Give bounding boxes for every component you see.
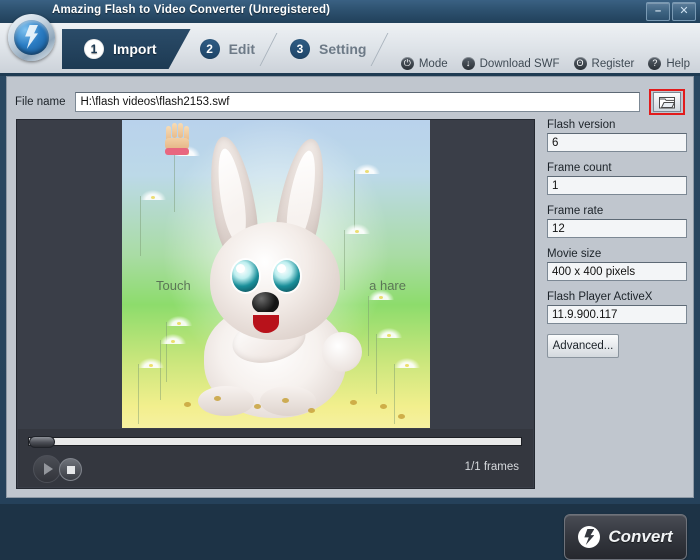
- ground-pebble: [380, 404, 387, 409]
- menu-mode-label: Mode: [418, 57, 448, 70]
- seek-slider[interactable]: [28, 436, 522, 448]
- window-title: Amazing Flash to Video Converter (Unregi…: [52, 4, 331, 16]
- frame-counter: 1/1 frames: [464, 461, 519, 473]
- window-controls: – ✕: [646, 2, 696, 21]
- ground-pebble: [184, 402, 191, 407]
- convert-button-label: Convert: [608, 527, 673, 546]
- browse-highlight-box: [649, 89, 685, 115]
- rabbit-foot-left: [198, 386, 254, 416]
- field-flash-version-label: Flash version: [547, 119, 616, 131]
- field-flash-player-activex-label: Flash Player ActiveX: [547, 291, 653, 303]
- ground-pebble: [254, 404, 261, 409]
- stage-text-touch: Touch: [156, 278, 191, 293]
- ground-pebble: [308, 408, 315, 413]
- field-frame-count: Frame count 1: [547, 162, 687, 195]
- preview-area[interactable]: Touch a hare 1/1 frames: [16, 119, 535, 489]
- file-name-input[interactable]: H:\flash videos\flash2153.swf: [74, 92, 640, 112]
- file-name-label: File name: [15, 96, 66, 108]
- field-frame-rate-label: Frame rate: [547, 205, 604, 217]
- menu-help[interactable]: ? Help: [648, 57, 690, 70]
- field-flash-player-activex-value[interactable]: 11.9.900.117: [547, 305, 687, 324]
- field-frame-rate: Frame rate 12: [547, 205, 687, 238]
- rabbit-eye-right: [273, 260, 300, 292]
- flash-info-panel: Flash version 6 Frame count 1 Frame rate…: [547, 119, 687, 358]
- tab-setting-label: Setting: [319, 41, 367, 57]
- app-logo-icon: [8, 14, 55, 61]
- close-button[interactable]: ✕: [672, 2, 696, 21]
- browse-button[interactable]: [653, 92, 681, 112]
- field-frame-count-value[interactable]: 1: [547, 176, 687, 195]
- tab-edit[interactable]: 2 Edit: [182, 29, 281, 69]
- ground-pebble: [214, 396, 221, 401]
- folder-open-icon: [659, 96, 675, 108]
- flash-stage[interactable]: Touch a hare: [122, 120, 430, 428]
- tab-setting-number: 3: [290, 39, 310, 59]
- file-name-row: File name H:\flash videos\flash2153.swf: [15, 89, 685, 115]
- advanced-button[interactable]: Advanced...: [547, 334, 619, 358]
- field-movie-size: Movie size 400 x 400 pixels: [547, 248, 687, 281]
- field-flash-version-value[interactable]: 6: [547, 133, 687, 152]
- minimize-button[interactable]: –: [646, 2, 670, 21]
- tab-strip: 1 Import 2 Edit 3 Setting ⏻ Mode ↓ Downl…: [0, 23, 700, 76]
- menu-help-label: Help: [666, 57, 690, 70]
- register-icon: ʘ: [573, 57, 587, 70]
- field-flash-version: Flash version 6: [547, 119, 687, 152]
- menu-download-swf-label: Download SWF: [479, 57, 560, 70]
- help-icon: ?: [648, 57, 662, 70]
- tab-import[interactable]: 1 Import: [62, 29, 191, 69]
- stop-icon[interactable]: [59, 458, 82, 481]
- player-controls: 1/1 frames: [18, 429, 533, 487]
- rabbit-mouth: [253, 312, 279, 333]
- main-panel: File name H:\flash videos\flash2153.swf: [6, 76, 694, 560]
- ground-pebble: [350, 400, 357, 405]
- ground-pebble: [282, 398, 289, 403]
- convert-flash-icon: [578, 526, 601, 548]
- rabbit-nose: [252, 292, 279, 314]
- field-frame-count-label: Frame count: [547, 162, 612, 174]
- field-frame-rate-value[interactable]: 12: [547, 219, 687, 238]
- field-movie-size-value[interactable]: 400 x 400 pixels: [547, 262, 687, 281]
- field-flash-player-activex: Flash Player ActiveX 11.9.900.117: [547, 291, 687, 324]
- app-logo-glyph: [14, 20, 49, 55]
- stage-letterbox-left: [17, 120, 122, 428]
- seek-slider-thumb[interactable]: [29, 436, 55, 448]
- tab-edit-number: 2: [200, 39, 220, 59]
- rabbit-tail: [322, 332, 362, 372]
- tab-import-number: 1: [84, 39, 104, 59]
- stage-letterbox-right: [429, 120, 534, 428]
- mode-icon: ⏻: [400, 57, 414, 70]
- top-menu: ⏻ Mode ↓ Download SWF ʘ Register ? Help: [400, 57, 690, 70]
- tab-edit-label: Edit: [228, 41, 256, 57]
- rabbit-eye-left: [232, 260, 259, 292]
- stage-text-hare: a hare: [369, 278, 406, 293]
- download-icon: ↓: [461, 57, 475, 70]
- app-window: Amazing Flash to Video Converter (Unregi…: [0, 0, 700, 560]
- tab-divider: [371, 33, 389, 66]
- tab-setting[interactable]: 3 Setting: [272, 29, 392, 69]
- tab-import-label: Import: [113, 41, 157, 57]
- menu-register[interactable]: ʘ Register: [573, 57, 635, 70]
- play-icon[interactable]: [33, 455, 61, 483]
- rabbit-illustration: [176, 133, 376, 418]
- menu-register-label: Register: [591, 57, 635, 70]
- menu-mode[interactable]: ⏻ Mode: [400, 57, 448, 70]
- menu-download-swf[interactable]: ↓ Download SWF: [461, 57, 560, 70]
- convert-button[interactable]: Convert: [564, 514, 687, 560]
- hand-cursor-icon: [162, 123, 192, 155]
- field-movie-size-label: Movie size: [547, 248, 602, 260]
- tab-list: 1 Import 2 Edit 3 Setting: [62, 29, 383, 69]
- title-bar: Amazing Flash to Video Converter (Unregi…: [0, 0, 700, 24]
- ground-pebble: [398, 414, 405, 419]
